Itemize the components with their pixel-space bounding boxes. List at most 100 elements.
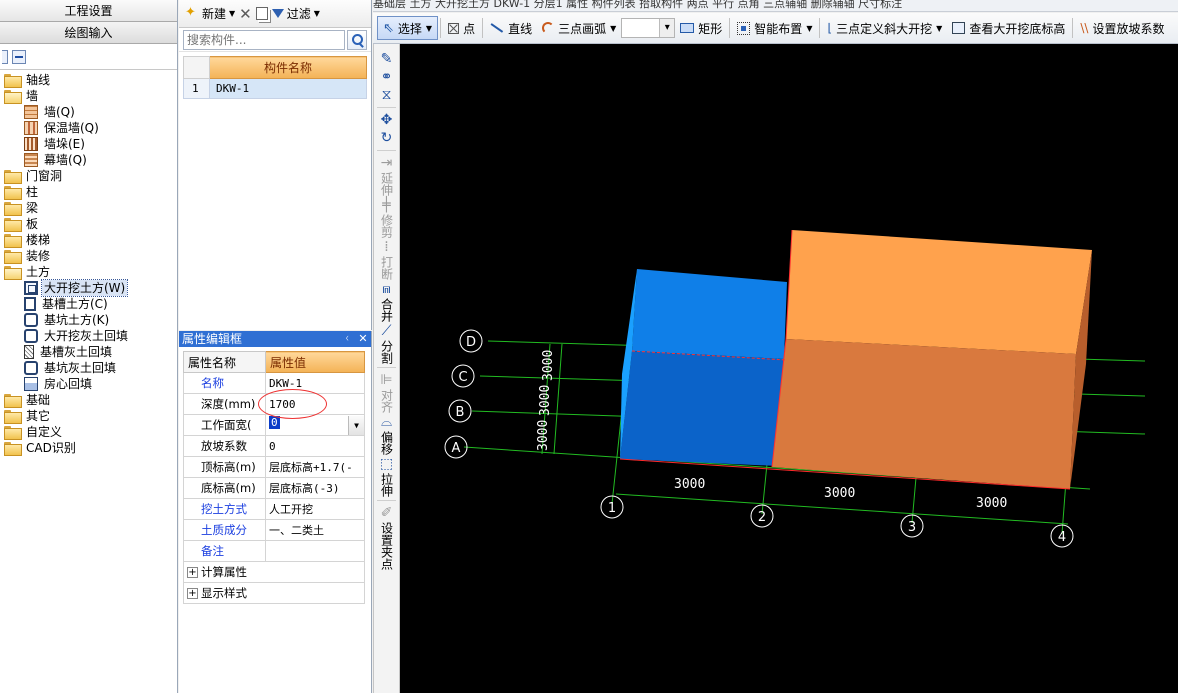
close-icon[interactable]: ✕ bbox=[355, 331, 371, 347]
tree-item-pit-backfill[interactable]: 基坑灰土回填 bbox=[0, 360, 177, 376]
tree-item-open-excavation[interactable]: 大开挖土方(W) bbox=[0, 279, 177, 297]
tree-item-trench-backfill[interactable]: 基槽灰土回填 bbox=[0, 344, 177, 360]
set-grip-button[interactable]: ✐ 设置夹点 bbox=[374, 504, 399, 570]
tree-item-other[interactable]: 其它 bbox=[0, 408, 177, 424]
expand-all-icon[interactable] bbox=[2, 49, 8, 64]
chevron-down-icon[interactable]: ▼ bbox=[348, 415, 364, 435]
delete-component-button[interactable]: ✕ bbox=[239, 6, 252, 21]
tree-item-stair[interactable]: 楼梯 bbox=[0, 232, 177, 248]
rotate-button[interactable]: ↻ bbox=[374, 129, 399, 147]
copy-component-button[interactable] bbox=[255, 7, 268, 20]
filter-button[interactable]: 过滤 ▼ bbox=[271, 5, 320, 22]
table-row[interactable]: 1 DKW-1 bbox=[183, 78, 367, 99]
chevron-down-icon: ▼ bbox=[229, 9, 236, 18]
drawing-canvas[interactable]: D C B A 1 2 3 4 3000 3000 3000 3000 3000… bbox=[400, 44, 1178, 693]
property-row[interactable]: 工作面宽(0 ▼ bbox=[183, 414, 365, 436]
tree-item-slab[interactable]: 板 bbox=[0, 216, 177, 232]
model-view-3d[interactable]: D C B A 1 2 3 4 3000 3000 3000 3000 3000… bbox=[400, 44, 1178, 693]
expand-icon[interactable]: + bbox=[187, 588, 198, 599]
split-icon: ⟋ bbox=[381, 323, 392, 339]
tree-item-earthwork[interactable]: 土方 bbox=[0, 264, 177, 280]
component-name-header[interactable]: 构件名称 bbox=[209, 56, 367, 79]
set-slope-button[interactable]: \\ 设置放坡系数 bbox=[1075, 16, 1169, 40]
property-row[interactable]: 名称 DKW-1 bbox=[183, 372, 365, 394]
trim-button[interactable]: ╪ 修剪 bbox=[374, 196, 399, 238]
tree-item-wall[interactable]: 墙(Q) bbox=[0, 104, 177, 120]
move-icon: ✥ bbox=[380, 112, 393, 128]
smart-layout-button[interactable]: 智能布置 ▼ bbox=[732, 16, 817, 40]
property-value-editing[interactable]: 0 ▼ bbox=[265, 414, 365, 436]
property-row[interactable]: 深度(mm) 1700 bbox=[183, 393, 365, 415]
align-button[interactable]: ⊫ 对齐 bbox=[374, 371, 399, 413]
point-button[interactable]: 点 bbox=[443, 16, 480, 40]
tree-item-custom[interactable]: 自定义 bbox=[0, 424, 177, 440]
separator bbox=[482, 18, 484, 38]
merge-button[interactable]: ⩎ 合并 bbox=[374, 280, 399, 322]
search-input[interactable] bbox=[183, 29, 345, 50]
tree-item-door-window[interactable]: 门窗洞 bbox=[0, 168, 177, 184]
tab-project-settings[interactable]: 工程设置 bbox=[0, 0, 177, 22]
property-value[interactable]: DKW-1 bbox=[265, 372, 365, 394]
tree-item-foundation[interactable]: 基础 bbox=[0, 392, 177, 408]
tree-item-open-excavation-backfill[interactable]: 大开挖灰土回填 bbox=[0, 328, 177, 344]
new-component-button[interactable]: 新建 ▼ bbox=[185, 5, 235, 22]
tree-item-curtain-wall[interactable]: 幕墙(Q) bbox=[0, 152, 177, 168]
component-search bbox=[179, 28, 371, 52]
tree-item-pit-earthwork[interactable]: 基坑土方(K) bbox=[0, 312, 177, 328]
copy-tool-button[interactable]: ⚭ bbox=[374, 68, 399, 86]
property-row[interactable]: 放坡系数 0 bbox=[183, 435, 365, 457]
extend-button[interactable]: ⇥ 延伸 bbox=[374, 154, 399, 196]
tree-item-column[interactable]: 柱 bbox=[0, 184, 177, 200]
tree-item-wall-group[interactable]: 墙 bbox=[0, 88, 177, 104]
tree-item-cad[interactable]: CAD识别 bbox=[0, 440, 177, 456]
chevron-down-icon: ▼ bbox=[610, 23, 617, 33]
tree-item-trench-earthwork[interactable]: 基槽土方(C) bbox=[0, 296, 177, 312]
tab-drawing-input[interactable]: 绘图输入 bbox=[0, 22, 177, 44]
tree-item-axis[interactable]: 轴线 bbox=[0, 72, 177, 88]
property-value[interactable]: 一、二类土 bbox=[265, 519, 365, 541]
property-value[interactable]: 人工开挖 bbox=[265, 498, 365, 520]
view-bottom-elevation-button[interactable]: 查看大开挖底标高 bbox=[947, 16, 1070, 40]
property-value[interactable]: 1700 bbox=[265, 393, 365, 415]
property-row[interactable]: 顶标高(m) 层底标高+1.7(- bbox=[183, 456, 365, 478]
mirror-button[interactable]: ⧖ bbox=[374, 86, 399, 104]
stretch-button[interactable]: ⬚ 拉伸 bbox=[374, 455, 399, 497]
tree-item-room-backfill[interactable]: 房心回填 bbox=[0, 376, 177, 392]
break-button[interactable]: ⁞ 打断 bbox=[374, 238, 399, 280]
selected-value[interactable]: 0 bbox=[269, 415, 280, 429]
component-name-cell[interactable]: DKW-1 bbox=[209, 78, 367, 99]
select-button[interactable]: ⇖ 选择 ▼ bbox=[377, 16, 439, 40]
align-icon: ⊫ bbox=[380, 372, 393, 388]
line-icon bbox=[490, 23, 504, 33]
split-button[interactable]: ⟋ 分割 bbox=[374, 322, 399, 364]
tree-item-insulation-wall[interactable]: 保温墙(Q) bbox=[0, 120, 177, 136]
collapse-all-icon[interactable] bbox=[12, 49, 26, 64]
tree-item-decoration[interactable]: 装修 bbox=[0, 248, 177, 264]
folder-icon bbox=[4, 218, 22, 232]
pen-button[interactable]: ✎ bbox=[374, 50, 399, 68]
property-row[interactable]: 备注 bbox=[183, 540, 365, 562]
excavation-box-blue[interactable] bbox=[620, 269, 787, 466]
property-group-display[interactable]: + 显示样式 bbox=[183, 582, 365, 604]
line-style-dropdown[interactable] bbox=[621, 18, 676, 38]
pin-icon[interactable]: ᚲ bbox=[339, 331, 355, 347]
property-value[interactable]: 层底标高+1.7(- bbox=[265, 456, 365, 478]
property-row[interactable]: 土质成分 一、二类土 bbox=[183, 519, 365, 541]
property-name: 底标高(m) bbox=[183, 477, 266, 499]
tree-item-beam[interactable]: 梁 bbox=[0, 200, 177, 216]
move-button[interactable]: ✥ bbox=[374, 111, 399, 129]
line-button[interactable]: 直线 bbox=[485, 16, 537, 40]
search-icon[interactable] bbox=[347, 29, 367, 50]
property-group-calc[interactable]: + 计算属性 bbox=[183, 561, 365, 583]
property-value[interactable]: 0 bbox=[265, 435, 365, 457]
rectangle-button[interactable]: 矩形 bbox=[675, 16, 727, 40]
property-row[interactable]: 底标高(m) 层底标高(-3) bbox=[183, 477, 365, 499]
tree-item-wall-pier[interactable]: 墙垛(E) bbox=[0, 136, 177, 152]
property-value[interactable] bbox=[265, 540, 365, 562]
three-point-slope-button[interactable]: ⌊ 三点定义斜大开挖 ▼ bbox=[822, 16, 947, 40]
offset-button[interactable]: ⌓ 偏移 bbox=[374, 413, 399, 455]
property-value[interactable]: 层底标高(-3) bbox=[265, 477, 365, 499]
arc-button[interactable]: 三点画弧 ▼ bbox=[537, 16, 621, 40]
property-row[interactable]: 挖土方式 人工开挖 bbox=[183, 498, 365, 520]
expand-icon[interactable]: + bbox=[187, 567, 198, 578]
